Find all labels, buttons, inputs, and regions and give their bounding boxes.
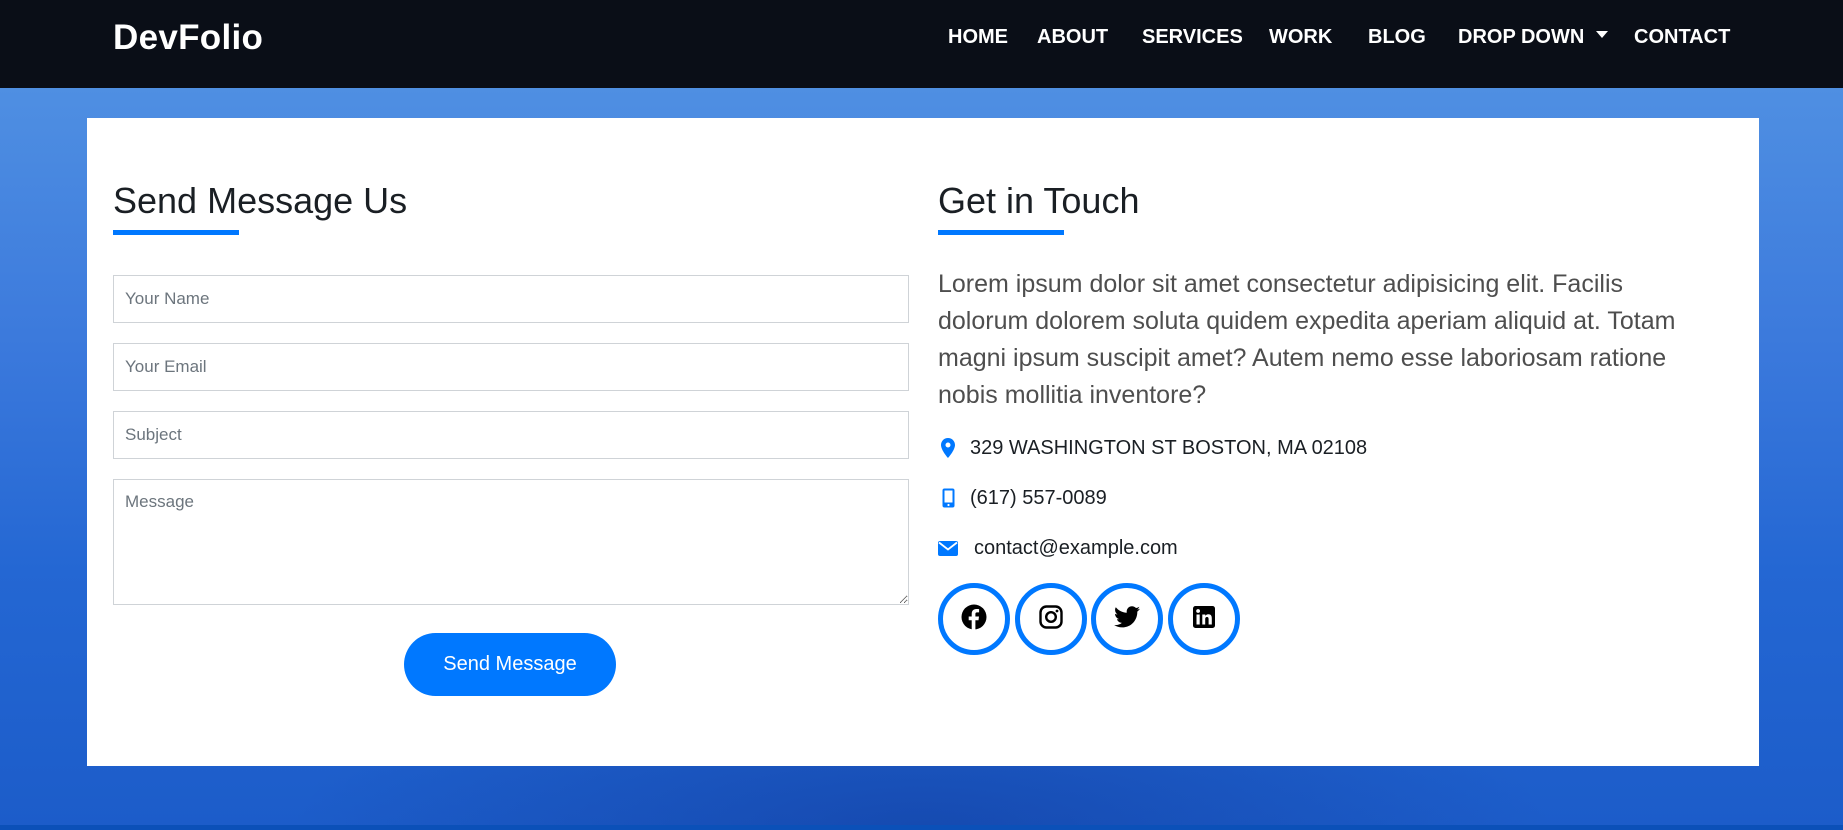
address-row: 329 WASHINGTON ST BOSTON, MA 02108 xyxy=(938,434,1367,462)
linkedin-icon xyxy=(1193,605,1215,633)
mobile-phone-icon xyxy=(938,488,958,508)
nav-contact[interactable]: CONTACT xyxy=(1634,26,1730,49)
instagram-icon xyxy=(1039,604,1063,634)
message-textarea[interactable] xyxy=(113,479,909,605)
nav-dropdown[interactable]: DROP DOWN xyxy=(1458,26,1609,49)
nav-work[interactable]: WORK xyxy=(1269,26,1332,49)
envelope-icon xyxy=(938,540,958,556)
nav-about[interactable]: ABOUT xyxy=(1037,26,1108,49)
email-row: contact@example.com xyxy=(938,534,1178,562)
navbar: DevFolio HOME ABOUT SERVICES WORK BLOG D… xyxy=(0,0,1843,88)
nav-dropdown-label: DROP DOWN xyxy=(1458,26,1585,48)
title-underline xyxy=(938,230,1064,235)
phone-text: (617) 557-0089 xyxy=(970,486,1107,509)
email-text[interactable]: contact@example.com xyxy=(974,537,1178,560)
title-underline xyxy=(113,230,239,235)
nav-services[interactable]: SERVICES xyxy=(1142,26,1243,49)
email-input[interactable] xyxy=(113,343,909,391)
subject-input[interactable] xyxy=(113,411,909,459)
caret-down-icon xyxy=(1596,31,1609,39)
instagram-button[interactable] xyxy=(1015,583,1087,655)
facebook-icon xyxy=(961,604,987,635)
address-text: 329 WASHINGTON ST BOSTON, MA 02108 xyxy=(970,436,1368,459)
contact-description: Lorem ipsum dolor sit amet consectetur a… xyxy=(938,270,1676,409)
twitter-button[interactable] xyxy=(1091,583,1163,655)
send-message-title: Send Message Us xyxy=(113,180,408,221)
brand-logo[interactable]: DevFolio xyxy=(113,18,263,58)
send-message-button[interactable]: Send Message xyxy=(404,633,616,696)
nav-home[interactable]: HOME xyxy=(948,26,1008,49)
nav-blog[interactable]: BLOG xyxy=(1368,26,1426,49)
facebook-button[interactable] xyxy=(938,583,1010,655)
phone-row: (617) 557-0089 xyxy=(938,484,1107,512)
get-in-touch-title: Get in Touch xyxy=(938,180,1140,221)
linkedin-button[interactable] xyxy=(1168,583,1240,655)
footer-edge xyxy=(0,825,1843,830)
name-input[interactable] xyxy=(113,275,909,323)
map-pin-icon xyxy=(938,438,958,458)
twitter-icon xyxy=(1114,605,1140,633)
